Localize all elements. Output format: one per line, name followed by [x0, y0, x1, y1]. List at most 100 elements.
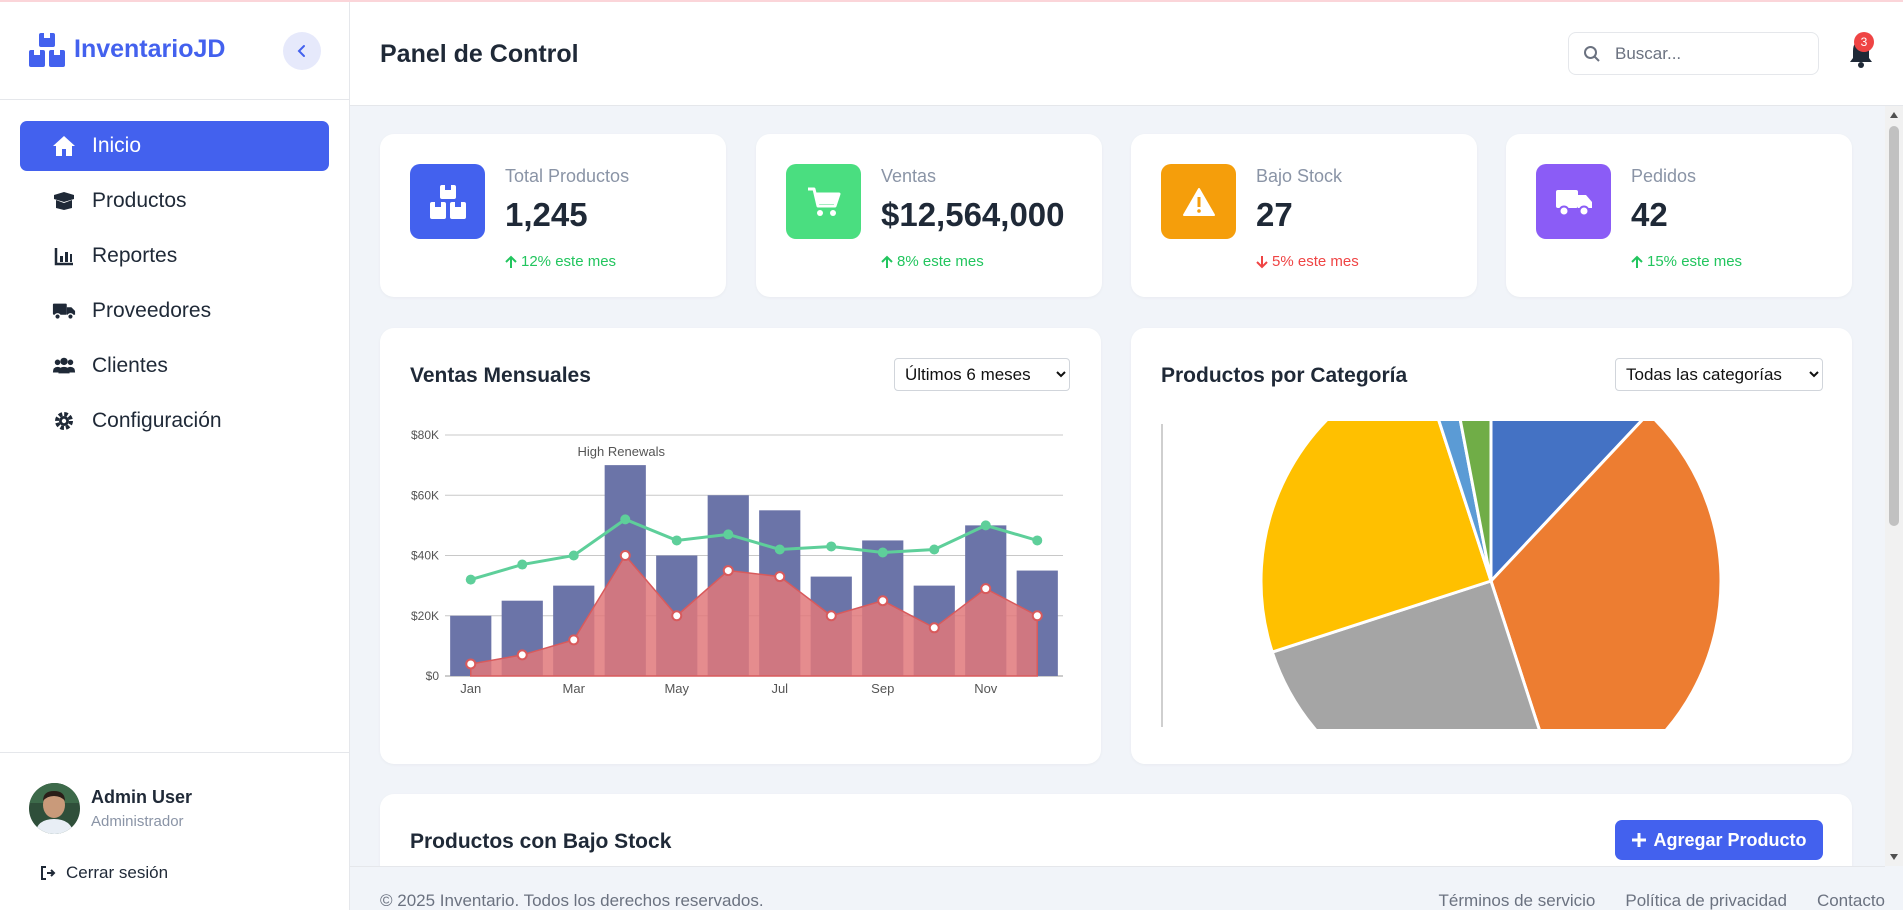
chevron-left-icon — [297, 45, 305, 57]
x-tick-label: Nov — [974, 681, 998, 696]
stat-value: 27 — [1256, 196, 1293, 233]
scroll-thumb[interactable] — [1889, 126, 1899, 526]
category-chart-panel: Productos por Categoría Todas las catego… — [1131, 328, 1852, 764]
y-tick-label: $0 — [426, 669, 440, 683]
users-icon — [52, 354, 76, 378]
line-point — [1032, 535, 1043, 546]
add-product-button[interactable]: Agregar Producto — [1615, 820, 1823, 860]
stat-trend: 5% este mes — [1256, 253, 1359, 270]
stat-label: Bajo Stock — [1256, 166, 1343, 186]
area-point — [877, 595, 889, 607]
stat-label: Ventas — [881, 166, 937, 186]
sidebar-item-label: Proveedores — [92, 299, 212, 322]
pie-slices — [1259, 421, 1723, 729]
area-point — [1031, 610, 1043, 622]
stat-trend-text: 15% este mes — [1647, 253, 1743, 270]
stat-value: $12,564,000 — [881, 196, 1065, 233]
user-name: Admin User — [91, 787, 193, 807]
logout-button[interactable]: Cerrar sesión — [0, 834, 350, 883]
footer-link-contacto[interactable]: Contacto — [1817, 891, 1885, 910]
main-scrollbar[interactable] — [1885, 106, 1903, 866]
y-tick-label: $80K — [411, 428, 439, 442]
truck-icon — [1555, 189, 1592, 216]
stat-trend-text: 8% este mes — [897, 253, 984, 270]
x-tick-label: Sep — [871, 681, 894, 696]
line-point — [568, 550, 579, 561]
y-tick-label: $20K — [411, 609, 439, 623]
area-point — [980, 583, 992, 595]
warning-icon — [1182, 187, 1215, 216]
stat-icon-box — [1161, 164, 1236, 239]
user-role: Administrador — [91, 813, 184, 830]
sales-period-select[interactable]: Últimos 6 meses — [894, 358, 1070, 391]
user-profile[interactable]: Admin User Administrador — [0, 753, 350, 834]
home-icon — [52, 134, 76, 158]
search-input[interactable] — [1615, 43, 1795, 64]
stat-card-total-productos: Total Productos 1,245 12% este mes — [380, 134, 726, 297]
brand: InventarioJD — [0, 0, 349, 100]
app-name: InventarioJD — [74, 35, 226, 63]
sidebar-item-configuracion[interactable]: Configuración — [20, 396, 329, 446]
stat-value: 42 — [1631, 196, 1668, 233]
line-point — [620, 514, 631, 525]
footer-links: Términos de servicio Política de privaci… — [1409, 891, 1885, 910]
sidebar-item-inicio[interactable]: Inicio — [20, 121, 329, 171]
chart-annotation: High Renewals — [578, 444, 666, 459]
sidebar-item-proveedores[interactable]: Proveedores — [20, 286, 329, 336]
sidebar-footer: Admin User Administrador Cerrar sesión — [0, 752, 350, 910]
footer-link-privacidad[interactable]: Política de privacidad — [1625, 891, 1787, 910]
sign-out-icon — [41, 866, 56, 880]
sidebar-nav: Inicio Productos Reportes Proveedores Cl… — [0, 100, 349, 472]
x-tick-label: Mar — [563, 681, 586, 696]
bar-chart-icon — [52, 244, 76, 268]
arrow-up-icon — [1631, 255, 1643, 268]
line-point — [929, 544, 940, 555]
sidebar: InventarioJD Inicio Productos Reportes P… — [0, 0, 350, 910]
gear-icon — [52, 409, 76, 433]
main-content: Total Productos 1,245 12% este mes Venta… — [350, 106, 1885, 866]
arrow-down-icon — [1256, 255, 1268, 268]
stat-label: Total Productos — [505, 166, 630, 186]
arrow-up-icon — [881, 255, 893, 268]
stat-icon-box — [786, 164, 861, 239]
stat-trend: 15% este mes — [1631, 253, 1742, 270]
page-title: Panel de Control — [380, 40, 579, 68]
box-open-icon — [52, 189, 76, 213]
sidebar-item-reportes[interactable]: Reportes — [20, 231, 329, 281]
stat-card-pedidos: Pedidos 42 15% este mes — [1506, 134, 1852, 297]
line-point — [826, 541, 837, 552]
logout-label: Cerrar sesión — [66, 863, 169, 882]
footer-link-terminos[interactable]: Términos de servicio — [1439, 891, 1596, 910]
copyright-text: © 2025 Inventario. Todos los derechos re… — [380, 891, 764, 910]
line-point — [671, 535, 682, 546]
area-point — [671, 610, 683, 622]
boxes-logo-icon — [29, 32, 65, 67]
stat-card-bajo-stock: Bajo Stock 27 5% este mes — [1131, 134, 1477, 297]
category-select[interactable]: Todas las categorías — [1615, 358, 1823, 391]
notification-badge: 3 — [1854, 32, 1874, 52]
collapse-sidebar-button[interactable] — [283, 32, 321, 70]
area-point — [516, 649, 528, 661]
search-icon — [1584, 45, 1600, 62]
category-pie-chart — [1161, 421, 1723, 729]
scroll-up-arrow-icon[interactable] — [1889, 110, 1899, 120]
line-point — [980, 520, 991, 531]
x-tick-label: Jan — [460, 681, 481, 696]
scroll-down-arrow-icon[interactable] — [1889, 852, 1899, 862]
sidebar-item-productos[interactable]: Productos — [20, 176, 329, 226]
area-point — [568, 634, 580, 646]
line-point — [774, 544, 785, 555]
page-footer: © 2025 Inventario. Todos los derechos re… — [350, 866, 1885, 910]
stat-trend-text: 12% este mes — [521, 253, 617, 270]
area-point — [825, 610, 837, 622]
category-panel-title: Productos por Categoría — [1161, 364, 1408, 387]
stat-icon-box — [1536, 164, 1611, 239]
sidebar-item-label: Productos — [92, 189, 187, 212]
line-point — [517, 559, 528, 570]
sidebar-item-label: Reportes — [92, 244, 178, 267]
sales-chart: $0 $20K $40K $60K $80K Jan Mar May Jul Sep Nov High… — [411, 428, 1063, 696]
sidebar-item-clientes[interactable]: Clientes — [20, 341, 329, 391]
y-tick-label: $40K — [411, 549, 439, 563]
top-accent-line — [0, 0, 1903, 2]
plus-icon — [1632, 833, 1647, 847]
